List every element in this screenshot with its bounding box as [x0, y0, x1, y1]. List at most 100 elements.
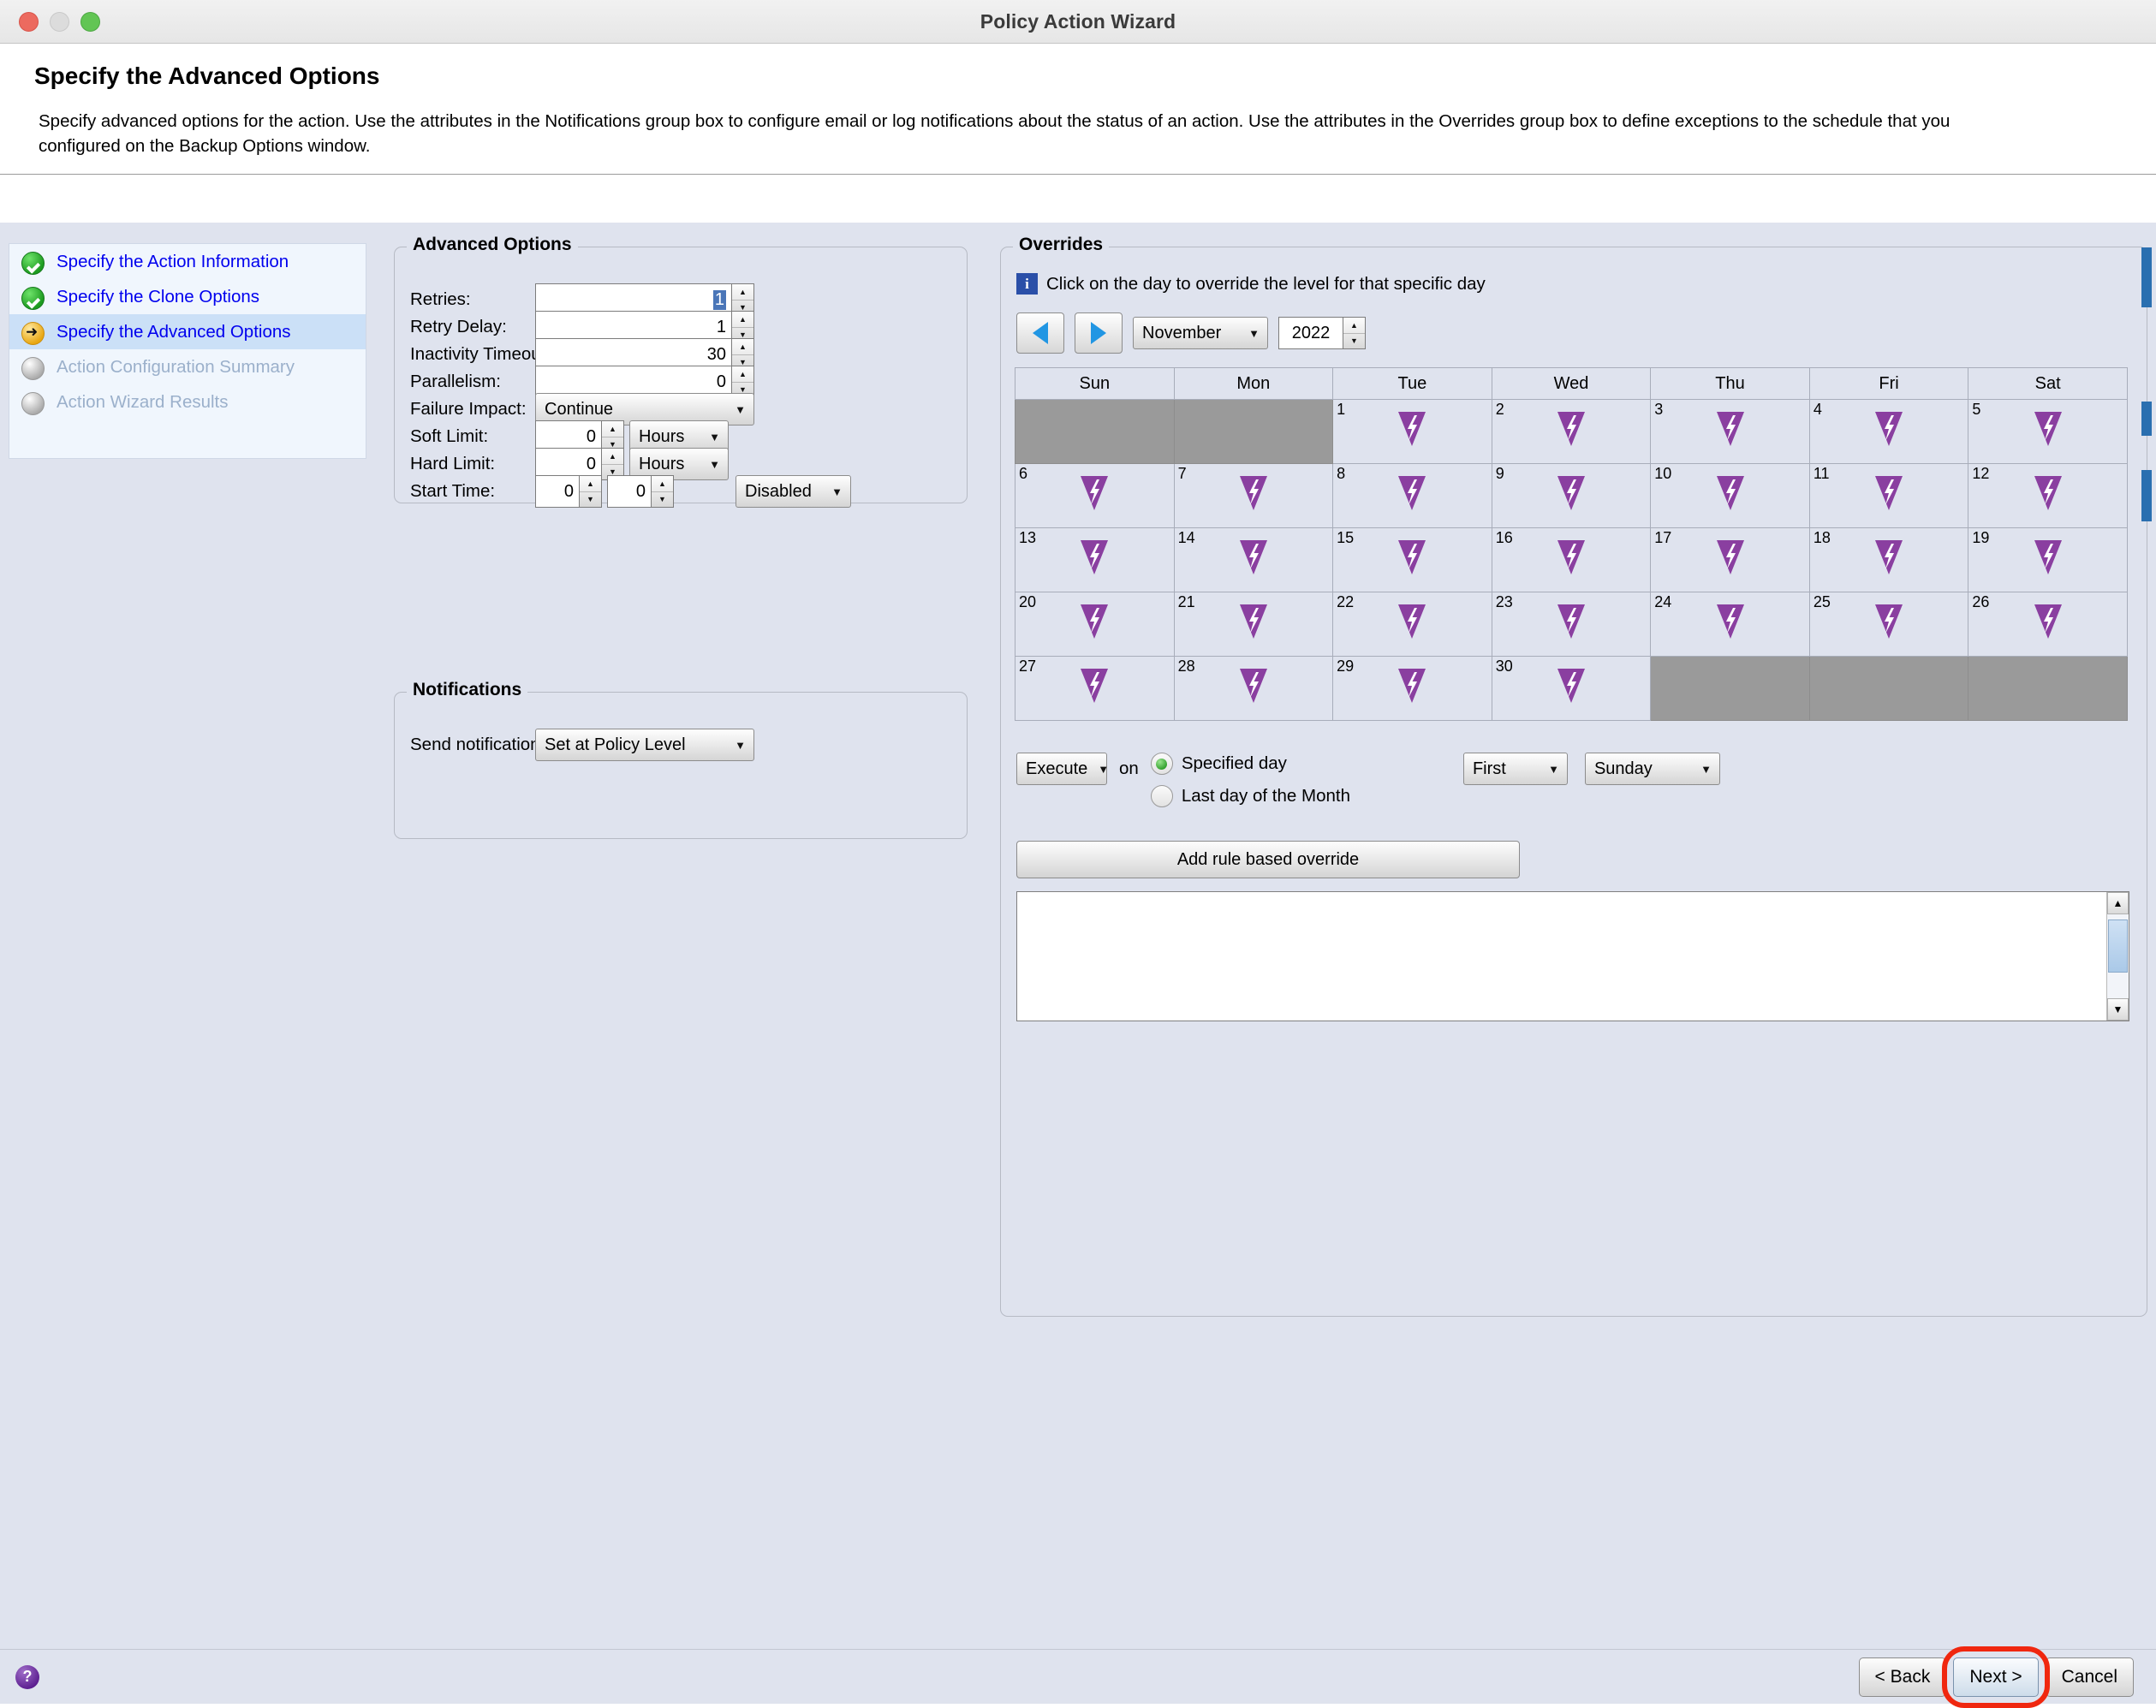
- calendar-day-cell[interactable]: 6: [1015, 463, 1175, 528]
- scrollbar-thumb[interactable]: [2108, 919, 2128, 973]
- back-button[interactable]: < Back: [1858, 1657, 1947, 1697]
- calendar-day-number: 1: [1337, 401, 1346, 418]
- lightning-bolt-icon: [1716, 604, 1744, 639]
- stepper-up-icon[interactable]: [652, 476, 673, 492]
- lightning-bolt-icon: [1716, 476, 1744, 510]
- wizard-footer: ? < Back Next > Cancel: [0, 1649, 2156, 1704]
- calendar-day-cell[interactable]: 1: [1332, 399, 1492, 464]
- calendar-day-cell[interactable]: 29: [1332, 656, 1492, 721]
- send-notification-select[interactable]: Set at Policy Level ▼: [535, 729, 754, 761]
- calendar-day-cell[interactable]: 17: [1650, 527, 1810, 592]
- retries-value: 1: [712, 289, 726, 310]
- override-rules-list-content[interactable]: [1017, 892, 2106, 1021]
- override-rules-scrollbar[interactable]: ▲ ▼: [2106, 892, 2129, 1021]
- hard-limit-unit-value: Hours: [639, 454, 685, 473]
- lightning-bolt-icon: [1557, 604, 1585, 639]
- next-button[interactable]: Next >: [1953, 1657, 2039, 1697]
- calendar-day-cell[interactable]: 4: [1808, 399, 1969, 464]
- start-time-state-select[interactable]: Disabled ▼: [736, 475, 851, 508]
- calendar-day-cell[interactable]: 26: [1968, 592, 2128, 657]
- calendar-day-number: 26: [1972, 593, 1990, 610]
- start-time-state-value: Disabled: [745, 481, 812, 501]
- calendar-day-cell[interactable]: 14: [1173, 527, 1334, 592]
- calendar-day-cell[interactable]: 15: [1332, 527, 1492, 592]
- stepper-up-icon[interactable]: [732, 312, 753, 328]
- sidebar-item-advanced-options[interactable]: Specify the Advanced Options: [9, 314, 366, 349]
- calendar-day-cell[interactable]: 19: [1968, 527, 2128, 592]
- sidebar-item-action-information[interactable]: Specify the Action Information: [9, 244, 366, 279]
- chevron-down-icon: ▼: [735, 402, 746, 416]
- stepper-down-icon[interactable]: [580, 492, 601, 508]
- calendar-day-number: 20: [1019, 593, 1037, 610]
- stepper-up-icon[interactable]: [602, 449, 623, 465]
- calendar-day-cell[interactable]: 27: [1015, 656, 1175, 721]
- stepper-up-icon[interactable]: [602, 421, 623, 437]
- lightning-bolt-icon: [1398, 476, 1426, 510]
- calendar-day-number: 12: [1972, 465, 1990, 482]
- cancel-button[interactable]: Cancel: [2045, 1657, 2134, 1697]
- calendar-day-cell[interactable]: 25: [1808, 592, 1969, 657]
- sidebar-item-clone-options[interactable]: Specify the Clone Options: [9, 279, 366, 314]
- calendar-day-cell[interactable]: 5: [1968, 399, 2128, 464]
- calendar-day-cell[interactable]: 9: [1491, 463, 1652, 528]
- calendar-day-cell[interactable]: 28: [1173, 656, 1334, 721]
- calendar-day-number: 9: [1495, 465, 1504, 482]
- execute-action-select[interactable]: Execute ▼: [1016, 753, 1109, 785]
- add-rule-based-override-button[interactable]: Add rule based override: [1016, 841, 1520, 878]
- sidebar-item-configuration-summary[interactable]: Action Configuration Summary: [9, 349, 366, 384]
- overrides-panel-scrollbar[interactable]: [2141, 247, 2152, 1316]
- calendar-day-cell[interactable]: 21: [1173, 592, 1334, 657]
- calendar-day-cell[interactable]: 22: [1332, 592, 1492, 657]
- last-day-radio[interactable]: [1150, 785, 1173, 807]
- retries-label: Retries:: [410, 289, 471, 309]
- scrollbar-track[interactable]: [2107, 914, 2129, 998]
- override-rules-list[interactable]: ▲ ▼: [1016, 891, 2129, 1021]
- calendar-day-cell[interactable]: 11: [1808, 463, 1969, 528]
- calendar-day-number: 4: [1813, 401, 1822, 418]
- next-month-button[interactable]: [1075, 312, 1123, 354]
- calendar-day-cell[interactable]: 12: [1968, 463, 2128, 528]
- stepper-down-icon[interactable]: [652, 492, 673, 508]
- calendar-day-cell[interactable]: 8: [1332, 463, 1492, 528]
- weekday-select[interactable]: Sunday ▼: [1584, 753, 1720, 785]
- stepper-up-icon[interactable]: [580, 476, 601, 492]
- stepper-down-icon[interactable]: [1343, 334, 1365, 349]
- calendar-week-row: 27 28 29 30: [1015, 656, 2128, 721]
- year-stepper[interactable]: [1343, 317, 1366, 349]
- sidebar-item-wizard-results[interactable]: Action Wizard Results: [9, 384, 366, 420]
- calendar-day-cell[interactable]: 7: [1173, 463, 1334, 528]
- specified-day-radio[interactable]: [1150, 753, 1173, 775]
- calendar-week-row: 6 7 8 9 10 11 12: [1015, 463, 2128, 528]
- stepper-up-icon[interactable]: [1343, 318, 1365, 334]
- stepper-up-icon[interactable]: [732, 366, 753, 383]
- lightning-bolt-icon: [1238, 667, 1269, 709]
- calendar-day-cell[interactable]: 20: [1015, 592, 1175, 657]
- month-select[interactable]: November ▼: [1133, 317, 1268, 349]
- calendar-day-cell[interactable]: 10: [1650, 463, 1810, 528]
- lightning-bolt-icon: [1873, 539, 1904, 580]
- calendar-day-cell[interactable]: 18: [1808, 527, 1969, 592]
- start-time-minutes-stepper[interactable]: [652, 475, 674, 508]
- calendar-empty-cell: [1808, 656, 1969, 721]
- start-time-minutes-input[interactable]: 0: [607, 475, 652, 508]
- scroll-up-icon[interactable]: ▲: [2107, 892, 2129, 914]
- main-content: Specify the Action Information Specify t…: [0, 223, 2156, 1649]
- calendar-day-cell[interactable]: 2: [1491, 399, 1652, 464]
- calendar-day-cell[interactable]: 30: [1491, 656, 1652, 721]
- scroll-down-icon[interactable]: ▼: [2107, 998, 2129, 1021]
- stepper-up-icon[interactable]: [732, 284, 753, 301]
- soft-limit-label: Soft Limit:: [410, 426, 489, 446]
- calendar-day-cell[interactable]: 16: [1491, 527, 1652, 592]
- calendar-day-cell[interactable]: 23: [1491, 592, 1652, 657]
- help-icon[interactable]: ?: [15, 1664, 39, 1689]
- calendar-day-number: 17: [1654, 529, 1672, 546]
- previous-month-button[interactable]: [1016, 312, 1064, 354]
- start-time-hours-input[interactable]: 0: [535, 475, 580, 508]
- start-time-hours-stepper[interactable]: [580, 475, 602, 508]
- calendar-day-cell[interactable]: 3: [1650, 399, 1810, 464]
- stepper-up-icon[interactable]: [732, 339, 753, 355]
- year-input[interactable]: 2022: [1278, 317, 1343, 349]
- calendar-day-cell[interactable]: 13: [1015, 527, 1175, 592]
- calendar-day-cell[interactable]: 24: [1650, 592, 1810, 657]
- ordinal-select[interactable]: First ▼: [1462, 753, 1568, 785]
